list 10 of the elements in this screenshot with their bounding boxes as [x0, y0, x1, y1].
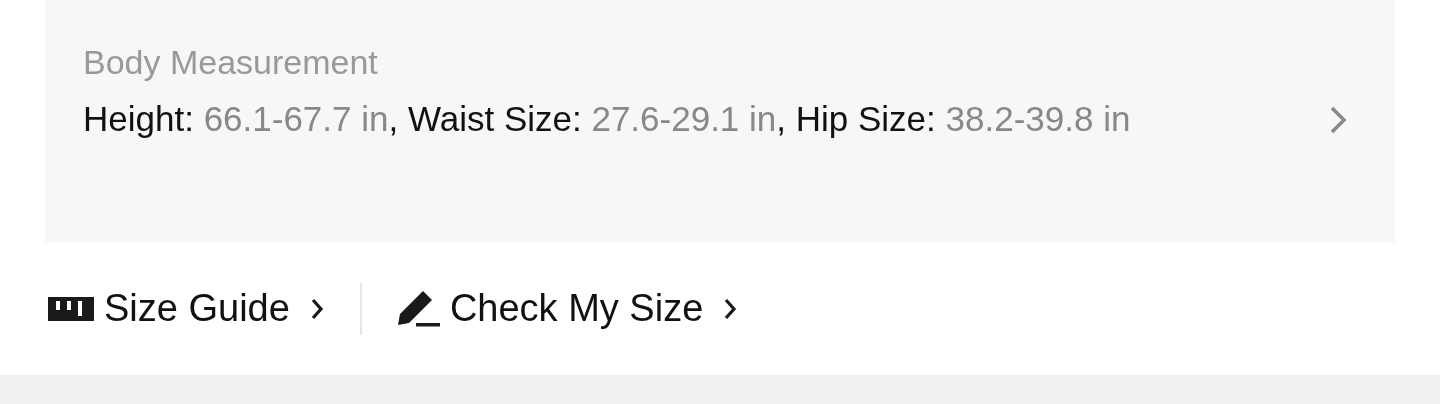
chevron-right-icon [1329, 105, 1347, 135]
pencil-icon [395, 288, 440, 329]
section-title: Body Measurement [83, 42, 379, 83]
measurement-card[interactable]: Body Measurement Height: 66.1-67.7 in, Waist Size: 27.6-29.1 in, Hip Size: 38.2-39.8 in [45, 0, 1395, 242]
chevron-right-icon [309, 296, 324, 321]
measurement-text: Height: 66.1-67.7 in, Waist Size: 27.6-29.1 in, Hip Size: 38.2-39.8 in [83, 98, 1132, 140]
link[interactable]: Check My Size [395, 287, 738, 330]
chevron-right-icon [723, 296, 738, 321]
link[interactable]: Size Guide [48, 287, 324, 330]
ruler-icon [48, 296, 94, 321]
